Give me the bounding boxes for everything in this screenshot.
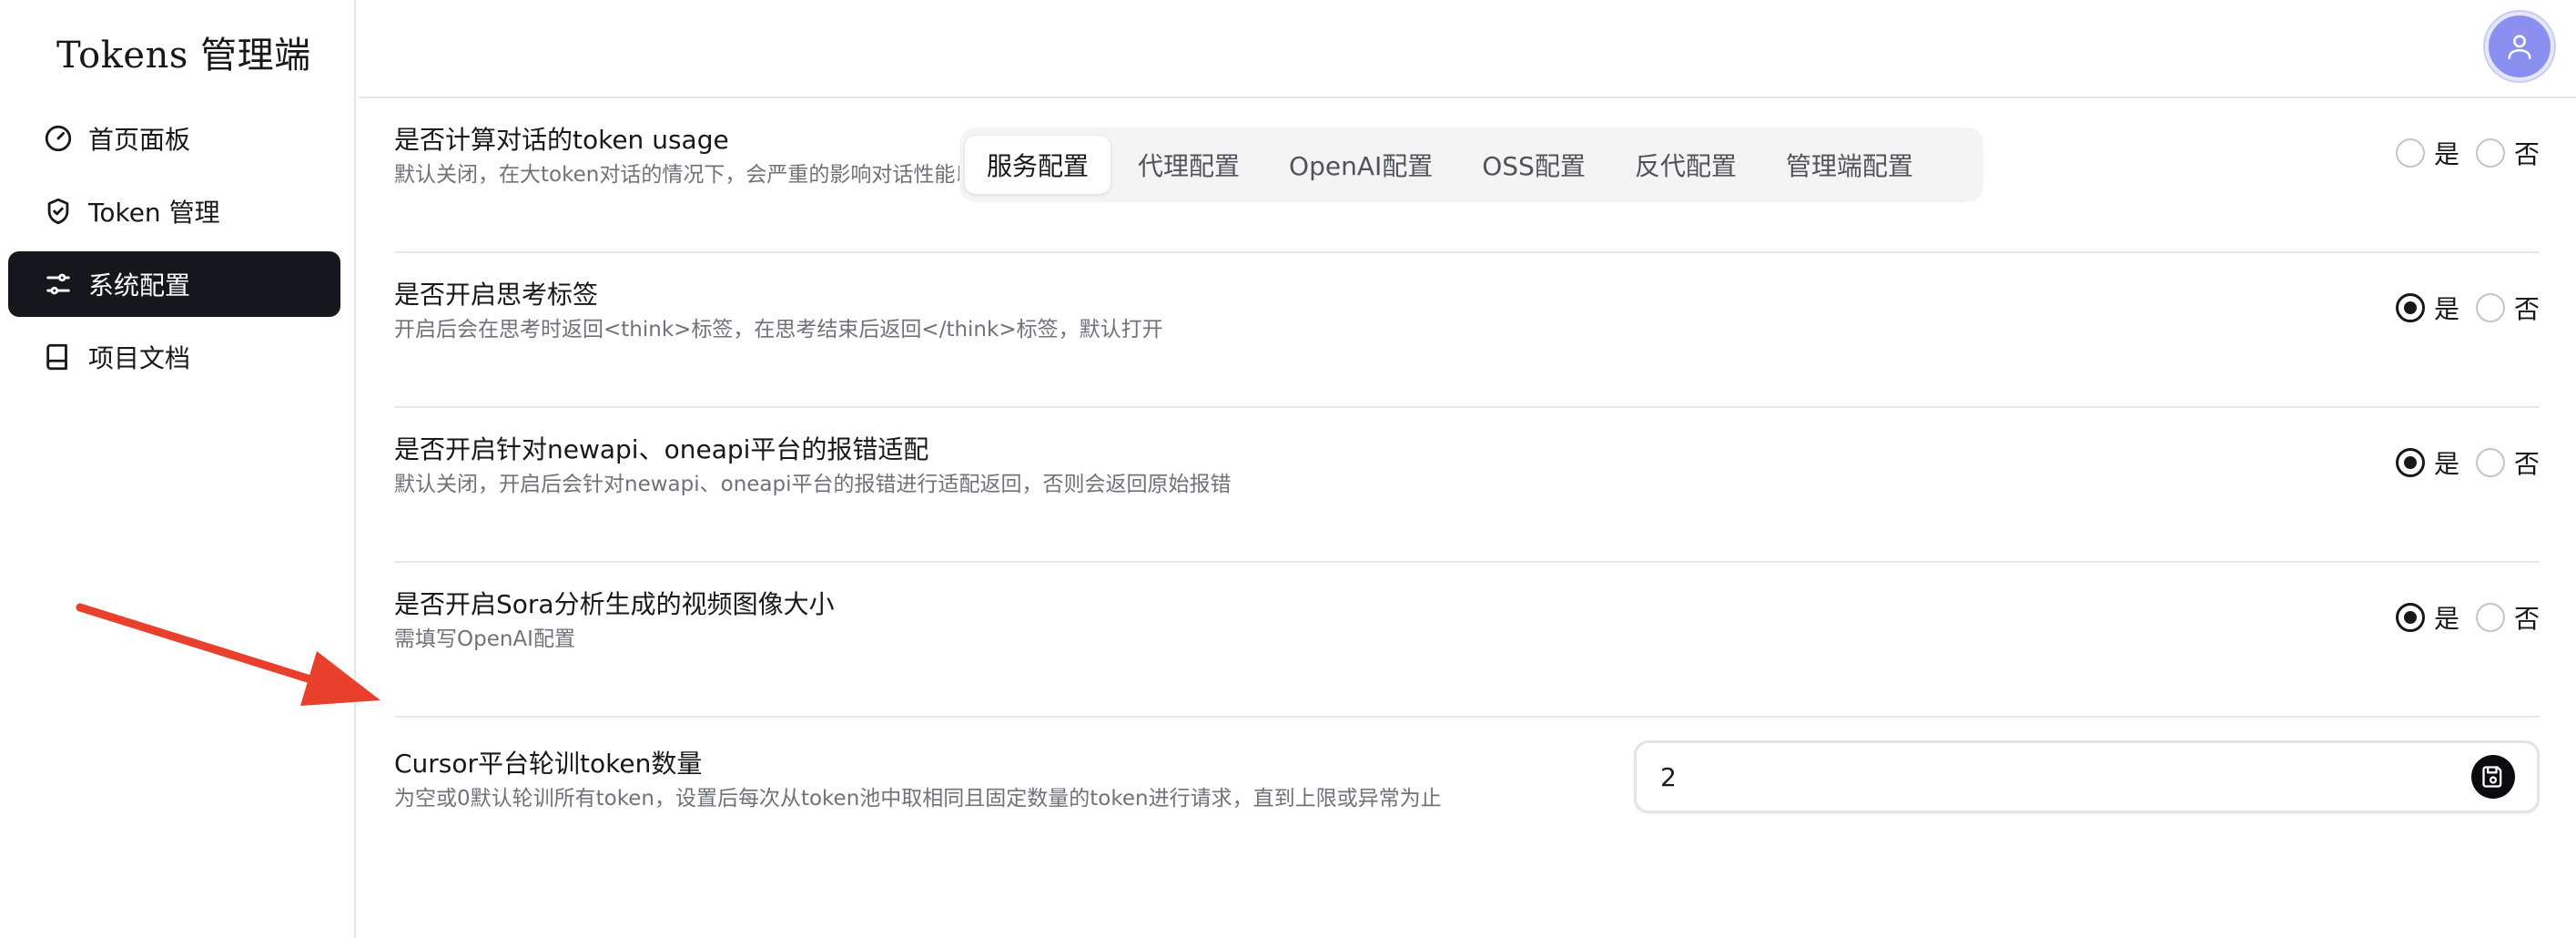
radio-yes[interactable]: 是 — [2395, 290, 2459, 326]
settings-content: 服务配置 代理配置 OpenAI配置 OSS配置 反代配置 管理端配置 是否计算… — [358, 100, 2576, 938]
radio-yes[interactable]: 是 — [2395, 599, 2459, 636]
save-icon — [2482, 766, 2502, 788]
setting-row-sora-size: 是否开启Sora分析生成的视频图像大小 需填写OpenAI配置 是 否 — [394, 563, 2540, 718]
sidebar-item-token-management[interactable]: Token 管理 — [8, 178, 340, 244]
sidebar-item-system-config[interactable]: 系统配置 — [8, 251, 340, 317]
radio-group: 是 否 — [2395, 599, 2540, 636]
radio-button-checked[interactable] — [2395, 603, 2425, 632]
radio-no[interactable]: 否 — [2475, 290, 2540, 326]
setting-description: 需填写OpenAI配置 — [394, 627, 575, 651]
radio-button[interactable] — [2475, 448, 2505, 477]
annotation-arrow — [76, 603, 380, 706]
radio-button-checked[interactable] — [2395, 448, 2425, 477]
sidebar-item-label: 首页面板 — [88, 125, 191, 155]
setting-title: 是否计算对话的token usage — [394, 125, 729, 155]
radio-label: 否 — [2513, 449, 2540, 479]
rotation-count-value: 2 — [1660, 761, 1677, 792]
gauge-icon — [43, 123, 74, 154]
tab-reverse-proxy-config[interactable]: 反代配置 — [1613, 136, 1759, 194]
sliders-icon — [43, 269, 74, 300]
sidebar-item-docs[interactable]: 项目文档 — [8, 324, 340, 390]
sidebar-item-dashboard[interactable]: 首页面板 — [8, 106, 340, 171]
radio-label: 否 — [2513, 294, 2540, 324]
save-button[interactable] — [2471, 755, 2515, 799]
radio-button[interactable] — [2395, 138, 2425, 168]
radio-group: 是 否 — [2395, 444, 2540, 481]
radio-button-checked[interactable] — [2395, 293, 2425, 322]
setting-row-error-adapter: 是否开启针对newapi、oneapi平台的报错适配 默认关闭，开启后会针对ne… — [394, 408, 2540, 563]
tab-openai-config[interactable]: OpenAI配置 — [1267, 136, 1455, 194]
app-brand: Tokens 管理端 — [56, 35, 311, 76]
radio-label: 是 — [2433, 294, 2459, 324]
shield-check-icon — [43, 196, 74, 227]
radio-no[interactable]: 否 — [2475, 135, 2540, 171]
setting-description: 为空或0默认轮训所有token，设置后每次从token池中取相同且固定数量的to… — [394, 787, 1442, 811]
radio-button[interactable] — [2475, 293, 2505, 322]
sidebar-item-label: Token 管理 — [88, 198, 220, 228]
radio-no[interactable]: 否 — [2475, 444, 2540, 481]
radio-label: 是 — [2433, 449, 2459, 479]
radio-label: 否 — [2513, 139, 2540, 169]
setting-title: Cursor平台轮训token数量 — [394, 749, 703, 779]
user-avatar[interactable] — [2485, 12, 2554, 81]
radio-label: 是 — [2433, 604, 2459, 634]
radio-button[interactable] — [2475, 603, 2505, 632]
sidebar-item-label: 项目文档 — [88, 343, 191, 373]
radio-group: 是 否 — [2395, 290, 2540, 326]
book-icon — [43, 342, 74, 372]
tab-service-config[interactable]: 服务配置 — [965, 136, 1111, 194]
radio-group: 是 否 — [2395, 135, 2540, 171]
setting-title: 是否开启思考标签 — [394, 280, 599, 310]
user-icon — [2508, 35, 2531, 60]
radio-yes[interactable]: 是 — [2395, 444, 2459, 481]
setting-description: 开启后会在思考时返回<think>标签，在思考结束后返回</think>标签，默… — [394, 318, 1163, 342]
radio-no[interactable]: 否 — [2475, 599, 2540, 636]
radio-label: 是 — [2433, 139, 2459, 169]
setting-title: 是否开启Sora分析生成的视频图像大小 — [394, 589, 835, 619]
top-bar — [358, 0, 2576, 98]
tab-oss-config[interactable]: OSS配置 — [1460, 136, 1607, 194]
radio-yes[interactable]: 是 — [2395, 135, 2459, 171]
sidebar: Tokens 管理端 首页面板 Token 管理 系统配置 项目文档 — [0, 0, 356, 938]
sidebar-item-label: 系统配置 — [88, 270, 191, 301]
radio-button[interactable] — [2475, 138, 2505, 168]
rotation-count-input[interactable]: 2 — [1634, 740, 2540, 813]
setting-row-think-tags: 是否开启思考标签 开启后会在思考时返回<think>标签，在思考结束后返回</t… — [394, 253, 2540, 408]
config-tabs: 服务配置 代理配置 OpenAI配置 OSS配置 反代配置 管理端配置 — [959, 127, 1983, 202]
setting-description: 默认关闭，开启后会针对newapi、oneapi平台的报错进行适配返回，否则会返… — [394, 473, 1232, 496]
tab-admin-config[interactable]: 管理端配置 — [1764, 136, 1935, 194]
setting-row-token-rotation: Cursor平台轮训token数量 为空或0默认轮训所有token，设置后每次从… — [394, 718, 2540, 872]
tab-proxy-config[interactable]: 代理配置 — [1116, 136, 1262, 194]
radio-label: 否 — [2513, 604, 2540, 634]
setting-title: 是否开启针对newapi、oneapi平台的报错适配 — [394, 434, 929, 464]
